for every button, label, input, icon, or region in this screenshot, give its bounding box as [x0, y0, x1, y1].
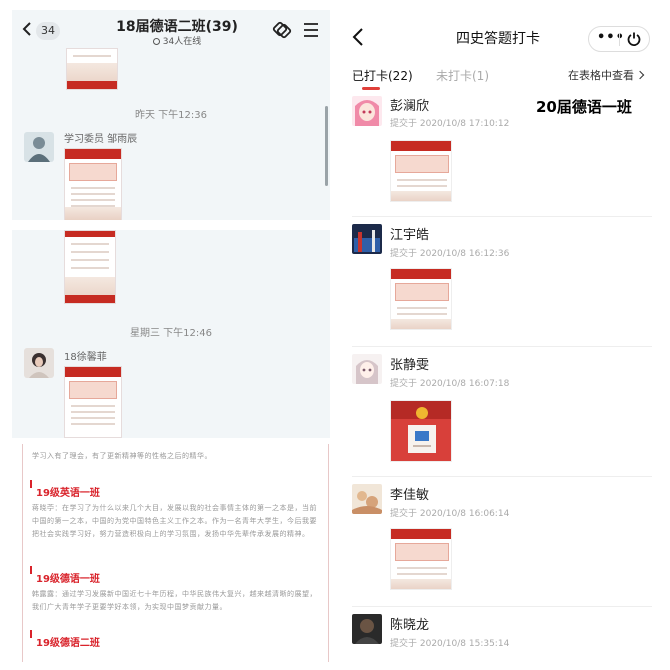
- tab-not-checked-in[interactable]: 未打卡(1): [436, 67, 489, 84]
- submit-time: 提交于 2020/10/8 17:10:12: [390, 119, 510, 129]
- member-avatar[interactable]: [352, 484, 382, 514]
- submit-time: 提交于 2020/10/8 16:07:18: [390, 379, 510, 389]
- checkin-screenshot-thumb[interactable]: [390, 528, 452, 590]
- doc-section-heading: 19级德语一班: [30, 566, 100, 585]
- sender-name: 18徐馨菲: [64, 352, 107, 363]
- member-avatar[interactable]: [352, 224, 382, 254]
- thumb-image: [391, 401, 451, 461]
- member-avatar[interactable]: [352, 354, 382, 384]
- scrollbar[interactable]: [325, 106, 328, 186]
- submit-time: 提交于 2020/10/8 16:12:36: [390, 249, 510, 259]
- checkin-screenshot-thumb[interactable]: [390, 268, 452, 330]
- back-chevron-icon[interactable]: [352, 28, 364, 46]
- doc-section-text: 蒋晓苧：在学习了为什么以来几个大目，发展以我的社会事情主体的第一之本是，当前中国…: [32, 504, 317, 538]
- member-name: 张静雯: [390, 358, 430, 373]
- row-divider: [352, 216, 652, 217]
- chat-screenshot-middle: 星期三 下午12:46 18徐馨菲: [12, 230, 330, 438]
- chat-timestamp: 星期三 下午12:46: [130, 328, 212, 339]
- chat-screenshot-top: 34 18届德语二班(39) 34人在线 昨天 下午12:36 学习委员 邹雨辰: [12, 10, 330, 220]
- row-divider: [352, 476, 652, 477]
- chat-header: 34 18届德语二班(39) 34人在线: [12, 10, 330, 48]
- submit-time: 提交于 2020/10/8 15:35:14: [390, 639, 510, 649]
- chat-timestamp: 昨天 下午12:36: [135, 110, 207, 121]
- row-divider: [352, 346, 652, 347]
- back-chevron-icon[interactable]: [22, 22, 32, 36]
- online-status: 34人在线: [82, 34, 272, 47]
- class-label-overlay: 20届德语一班: [536, 98, 632, 116]
- member-name: 江宇皓: [390, 228, 430, 243]
- thumb-image: [391, 269, 451, 329]
- checkin-panel: 四史答题打卡 ••• 已打卡(22) 未打卡(1) 在表格中查看 20届德语一班…: [338, 10, 660, 662]
- sender-avatar[interactable]: [24, 348, 54, 378]
- doc-section-heading: 19级德语二班: [30, 630, 100, 649]
- unread-count-badge: 34: [36, 22, 60, 40]
- doc-section-heading: 19级英语一班: [30, 480, 100, 499]
- thumb-image: [391, 529, 451, 589]
- shared-screenshot-image[interactable]: [64, 148, 122, 220]
- power-close-icon[interactable]: [627, 32, 641, 46]
- sender-name: 学习委员 邹雨辰: [64, 134, 138, 145]
- miniprogram-capsule: •••: [588, 26, 650, 52]
- sender-avatar[interactable]: [24, 132, 54, 162]
- doc-intro-text: 学习入有了理会，有了更新精神等的性格之后的精华。: [32, 452, 212, 460]
- shared-screenshot-image[interactable]: [64, 366, 122, 438]
- member-name: 彭澜欣: [390, 99, 430, 114]
- share-link-icon[interactable]: [272, 21, 292, 39]
- online-count: 34人在线: [162, 37, 202, 47]
- group-chat-title: 18届德语二班(39): [116, 19, 238, 35]
- online-icon: [152, 38, 160, 45]
- doc-border-right: [328, 444, 329, 662]
- member-name: 陈晓龙: [390, 618, 430, 633]
- view-in-table-label: 在表格中查看: [568, 69, 634, 82]
- checkin-screenshot-thumb[interactable]: [390, 140, 452, 202]
- menu-icon[interactable]: [302, 21, 322, 39]
- submit-time: 提交于 2020/10/8 16:06:14: [390, 509, 510, 519]
- view-in-table-link[interactable]: 在表格中查看: [568, 67, 645, 83]
- chevron-right-icon: [635, 70, 645, 80]
- more-dots-icon[interactable]: •••: [597, 30, 625, 45]
- checkin-screenshot-thumb[interactable]: [390, 400, 452, 462]
- member-avatar[interactable]: [352, 614, 382, 644]
- doc-border-left: [22, 444, 23, 662]
- shared-screenshot-image[interactable]: [66, 48, 118, 90]
- thumb-image: [391, 141, 451, 201]
- document-excerpt: 学习入有了理会，有了更新精神等的性格之后的精华。 19级英语一班 蒋晓苧：在学习…: [12, 444, 330, 662]
- row-divider: [352, 606, 652, 607]
- doc-section-text: 韩露露：通过学习发展新中国近七十年历程，中华民族伟大复兴，越来越清晰的展望，我们…: [32, 590, 317, 611]
- page-title: 四史答题打卡: [456, 31, 540, 47]
- shared-screenshot-image[interactable]: [64, 230, 116, 304]
- member-name: 李佳敏: [390, 488, 430, 503]
- active-tab-indicator: [362, 87, 380, 90]
- tab-checked-in[interactable]: 已打卡(22): [352, 67, 413, 84]
- capsule-divider: [619, 33, 620, 46]
- member-avatar[interactable]: [352, 96, 382, 126]
